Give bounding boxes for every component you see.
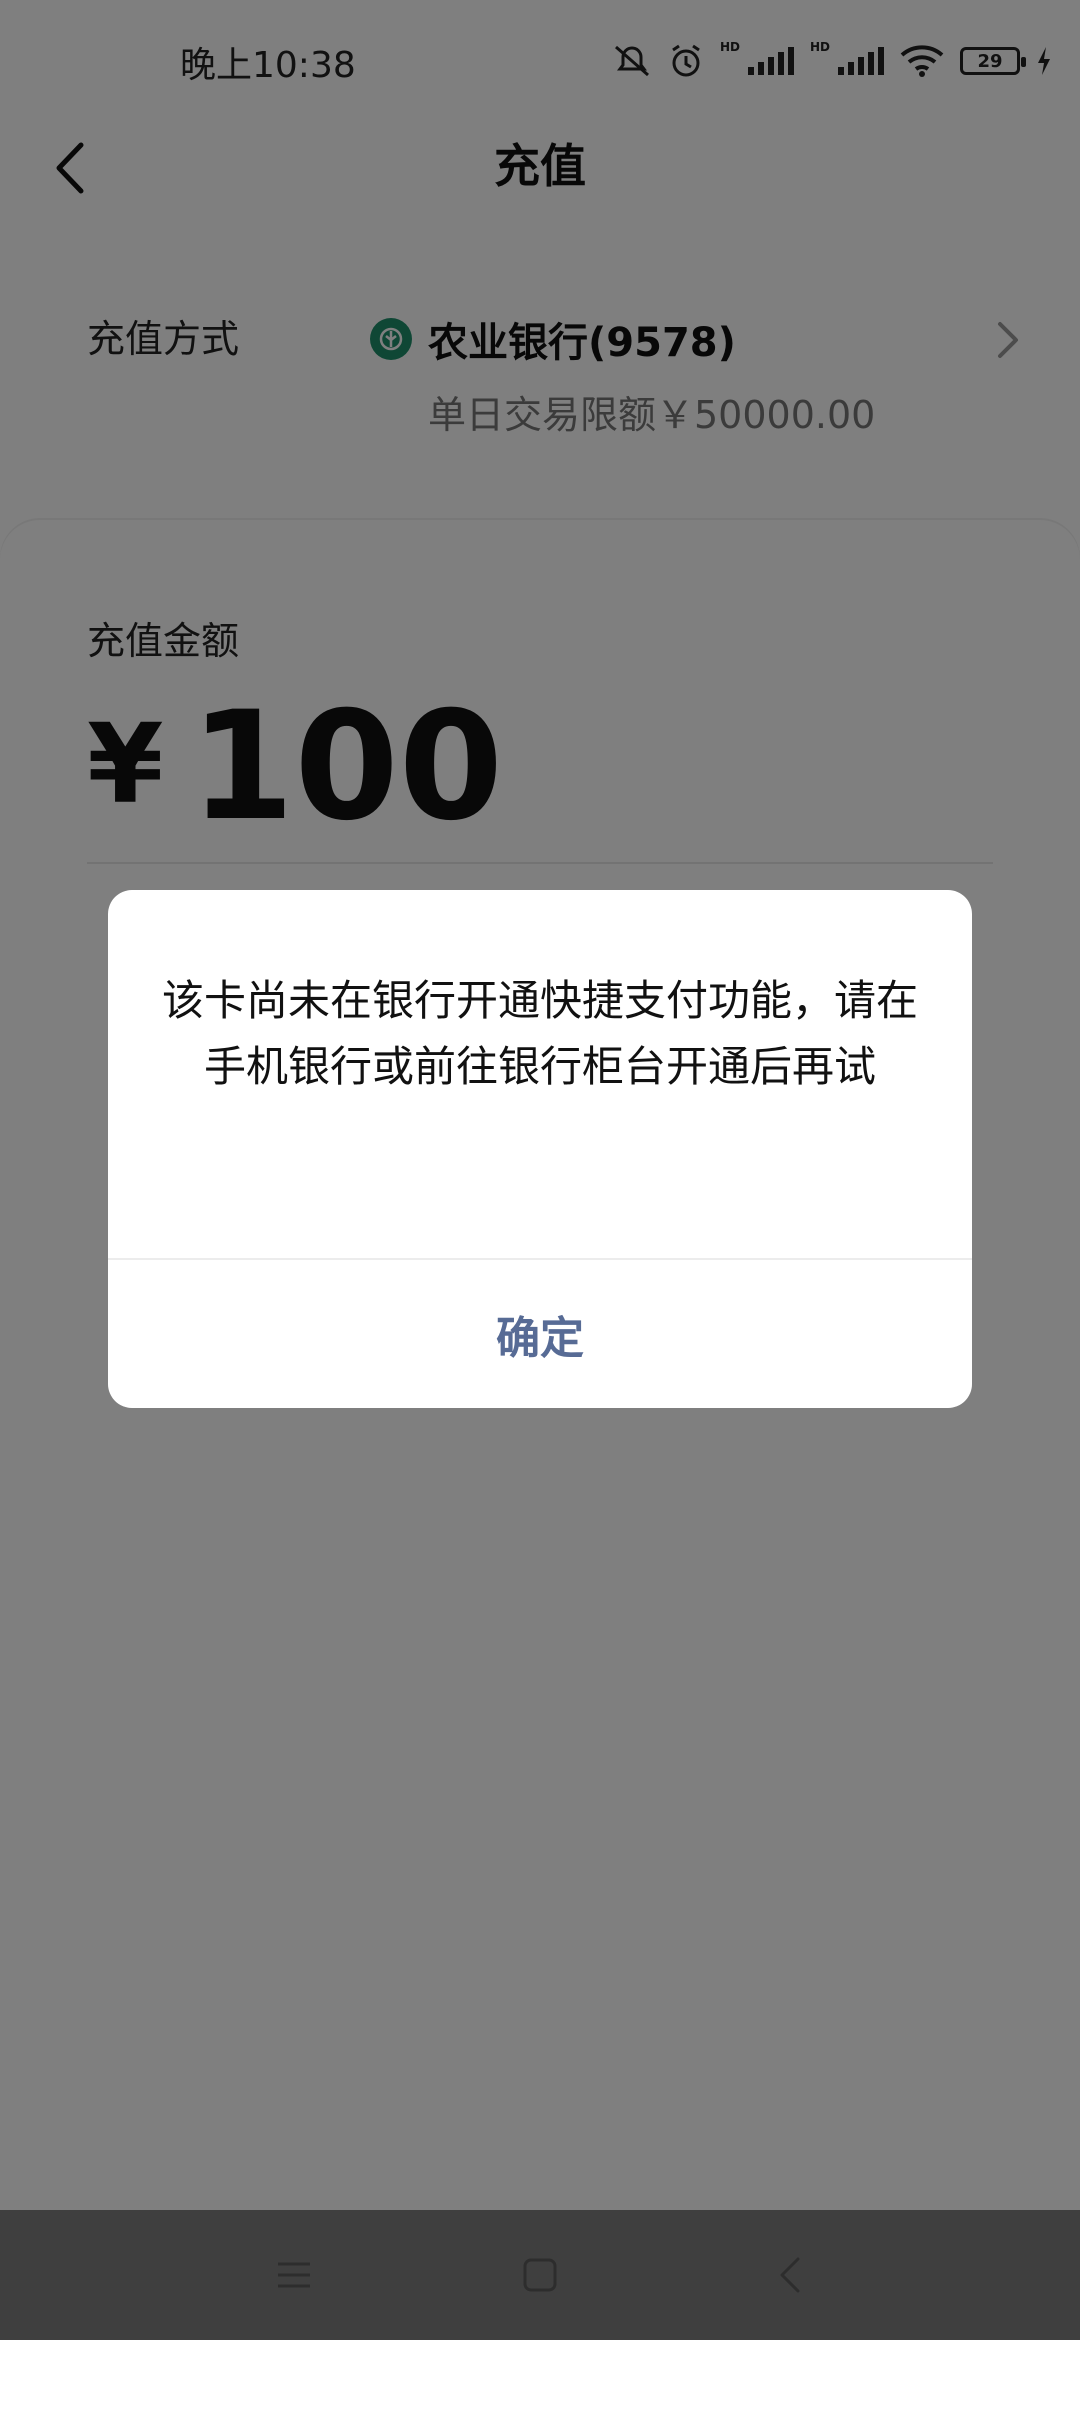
alert-dialog: 该卡尚未在银行开通快捷支付功能，请在手机银行或前往银行柜台开通后再试 确定 — [108, 890, 972, 1408]
dialog-message: 该卡尚未在银行开通快捷支付功能，请在手机银行或前往银行柜台开通后再试 — [161, 976, 918, 1091]
recharge-page: 晚上10:38 HD HD — [0, 0, 1080, 2420]
confirm-button[interactable]: 确定 — [108, 1260, 972, 1408]
